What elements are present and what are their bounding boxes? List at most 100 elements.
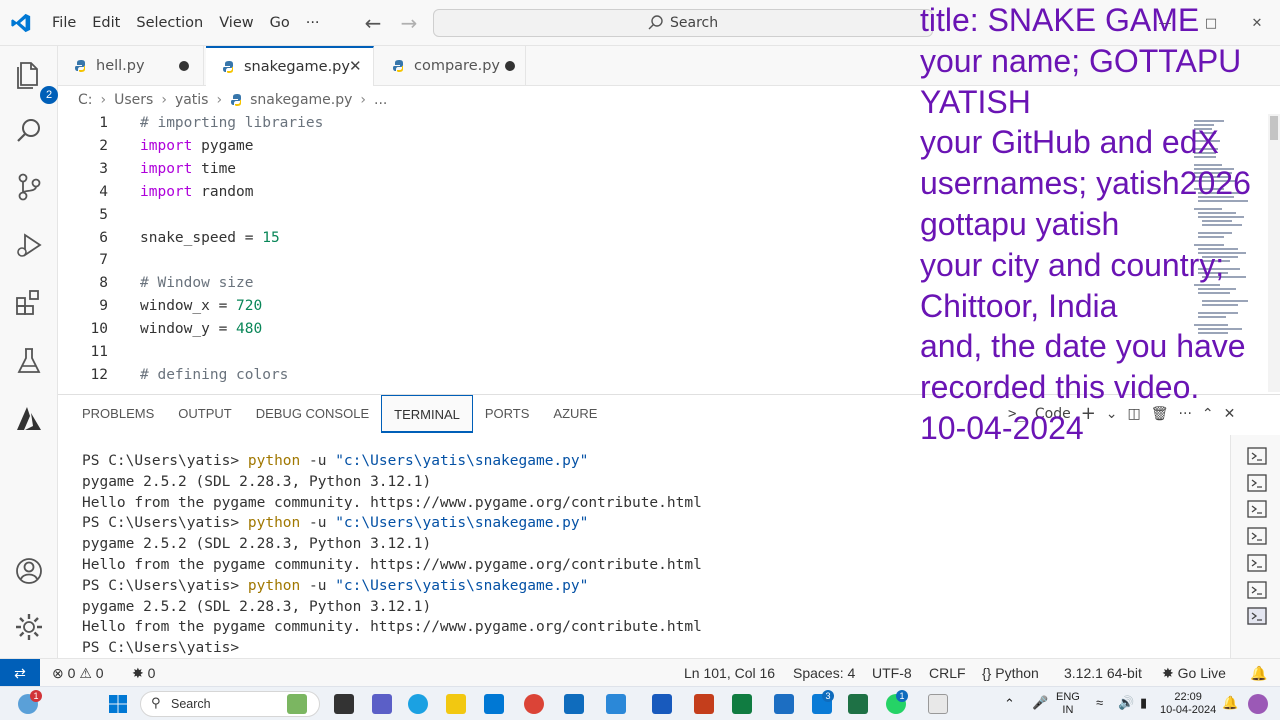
close-tab-icon[interactable]: ✕: [349, 57, 362, 75]
notifications-icon[interactable]: 🔔: [1250, 659, 1267, 687]
accounts-button[interactable]: [12, 554, 46, 588]
run-debug-button[interactable]: [12, 228, 46, 262]
chevron-right-icon: ›: [161, 92, 167, 108]
word-icon[interactable]: [652, 694, 672, 714]
battery-icon[interactable]: ▮: [1140, 696, 1147, 709]
extensions-icon: [16, 290, 39, 315]
indentation[interactable]: Spaces: 4: [793, 659, 855, 687]
source-control-button[interactable]: [12, 170, 46, 204]
python-file-icon: [393, 60, 403, 72]
start-button-icon[interactable]: [108, 694, 128, 714]
remote-indicator-icon[interactable]: ⇄: [0, 659, 40, 687]
region-code: IN: [1062, 704, 1074, 716]
terminal-cmd: python: [247, 453, 301, 469]
back-arrow-icon[interactable]: ←: [360, 10, 386, 36]
overlay-line: usernames; yatish2026: [920, 165, 1251, 202]
tab-snakegame-py[interactable]: snakegame.py ✕: [206, 46, 374, 86]
tab-azure[interactable]: AZURE: [541, 395, 609, 433]
code-text: snake_speed = 15: [140, 230, 280, 246]
line-number: 7: [99, 252, 108, 269]
copilot-icon[interactable]: [1248, 694, 1268, 714]
terminal-instance-icon[interactable]: [1247, 500, 1267, 519]
chevron-up-icon[interactable]: ⌃: [1004, 697, 1015, 710]
language-mode[interactable]: {} Python: [982, 659, 1039, 687]
menu-go[interactable]: Go: [262, 0, 298, 46]
terminal-instance-icon[interactable]: [1247, 580, 1267, 599]
breadcrumb-file[interactable]: snakegame.py: [250, 92, 352, 108]
notes-icon[interactable]: [928, 694, 948, 714]
manage-button[interactable]: [12, 610, 46, 644]
terminal-instance-icon[interactable]: [1247, 554, 1267, 572]
language-code: ENG: [1056, 691, 1080, 703]
menu-file[interactable]: File: [44, 0, 84, 46]
cursor-position[interactable]: Ln 101, Col 16: [684, 659, 775, 687]
terminal-instance-icon[interactable]: [1247, 474, 1267, 492]
extensions-button[interactable]: [12, 286, 46, 320]
powerpoint-icon[interactable]: [694, 694, 714, 714]
edge-icon[interactable]: [408, 694, 428, 714]
testing-button[interactable]: [12, 344, 46, 378]
code-text: import time: [140, 161, 236, 177]
microphone-icon[interactable]: 🎤: [1032, 696, 1048, 709]
notification-bell-icon[interactable]: 🔔: [1222, 696, 1238, 709]
python-file-icon: [231, 94, 242, 106]
breadcrumb-yatis[interactable]: yatis: [175, 92, 209, 108]
terminal-output[interactable]: PS C:\Users\yatis> python -u "c:\Users\y…: [82, 451, 702, 659]
terminal-line: PS C:\Users\yatis> python -u "c:\Users\y…: [82, 513, 702, 534]
terminal-instance-icon[interactable]: [1247, 447, 1267, 465]
breadcrumb-users[interactable]: Users: [114, 92, 153, 108]
store-icon[interactable]: [774, 694, 794, 714]
forward-arrow-icon[interactable]: →: [396, 10, 422, 36]
clock[interactable]: 22:09 10-04-2024: [1160, 691, 1216, 717]
tab-debug-console[interactable]: DEBUG CONSOLE: [244, 395, 381, 433]
code-token: import: [140, 137, 193, 154]
azure-button[interactable]: [12, 402, 46, 436]
volume-icon[interactable]: 🔊: [1118, 696, 1134, 709]
code-token: 480: [236, 321, 263, 338]
video-overlay-text: title: SNAKE GAME your name; GOTTAPU YATIS…: [920, 0, 1280, 449]
problems-status[interactable]: ⊗ 0 ⚠ 0: [52, 659, 104, 687]
menu-edit[interactable]: Edit: [84, 0, 128, 46]
tab-terminal[interactable]: TERMINAL: [381, 395, 473, 433]
terminal-prompt: PS C:\Users\yatis>: [82, 577, 248, 594]
teams-icon[interactable]: [372, 694, 392, 714]
chrome-icon[interactable]: [524, 694, 544, 714]
tab-hell-py[interactable]: hell.py: [58, 46, 204, 86]
ports-status[interactable]: ✸ 0: [132, 659, 155, 687]
widget-badge: 1: [30, 690, 42, 702]
line-ending[interactable]: CRLF: [929, 659, 966, 687]
encoding[interactable]: UTF-8: [872, 659, 912, 687]
input-language[interactable]: ENG IN: [1056, 691, 1080, 717]
terminal-cmd: python: [247, 515, 301, 532]
file-explorer-icon[interactable]: [446, 694, 466, 714]
excel-icon[interactable]: [732, 694, 752, 714]
menu-more[interactable]: ···: [298, 0, 328, 46]
status-bar: ⇄ ⊗ 0 ⚠ 0 ✸ 0 Ln 101, Col 16 Spaces: 4 U…: [0, 658, 1280, 687]
terminal-args: -u: [300, 515, 336, 532]
wifi-icon[interactable]: ≈: [1096, 696, 1103, 709]
wps-icon[interactable]: [848, 694, 868, 714]
task-view-icon[interactable]: [334, 694, 354, 714]
terminal-instance-icon[interactable]: [1247, 607, 1267, 626]
tab-ports[interactable]: PORTS: [473, 395, 542, 433]
overlay-line: gottapu yatish: [920, 205, 1120, 242]
menu-bar: File Edit Selection View Go ···: [44, 0, 328, 46]
breadcrumb-symbol[interactable]: ...: [374, 92, 387, 108]
explorer-button[interactable]: 2: [12, 58, 58, 104]
breadcrumb-drive[interactable]: C:: [78, 92, 93, 108]
command-center-search[interactable]: Search: [433, 9, 933, 37]
search-view-button[interactable]: [12, 114, 46, 148]
terminal-instance-icon[interactable]: [1247, 527, 1267, 545]
menu-selection[interactable]: Selection: [128, 0, 211, 46]
photos-icon[interactable]: [606, 694, 626, 714]
tab-problems[interactable]: PROBLEMS: [70, 395, 166, 433]
tab-compare-py[interactable]: compare.py: [376, 46, 526, 86]
code-token: # defining colors: [140, 366, 289, 383]
mail-icon[interactable]: [564, 694, 584, 714]
tab-output[interactable]: OUTPUT: [166, 395, 243, 433]
vscode-taskbar-icon[interactable]: [484, 694, 504, 714]
menu-view[interactable]: View: [211, 0, 261, 46]
line-number: 8: [99, 275, 108, 292]
python-interpreter[interactable]: 3.12.1 64-bit: [1064, 659, 1142, 687]
go-live-button[interactable]: ✸ Go Live: [1162, 659, 1226, 687]
